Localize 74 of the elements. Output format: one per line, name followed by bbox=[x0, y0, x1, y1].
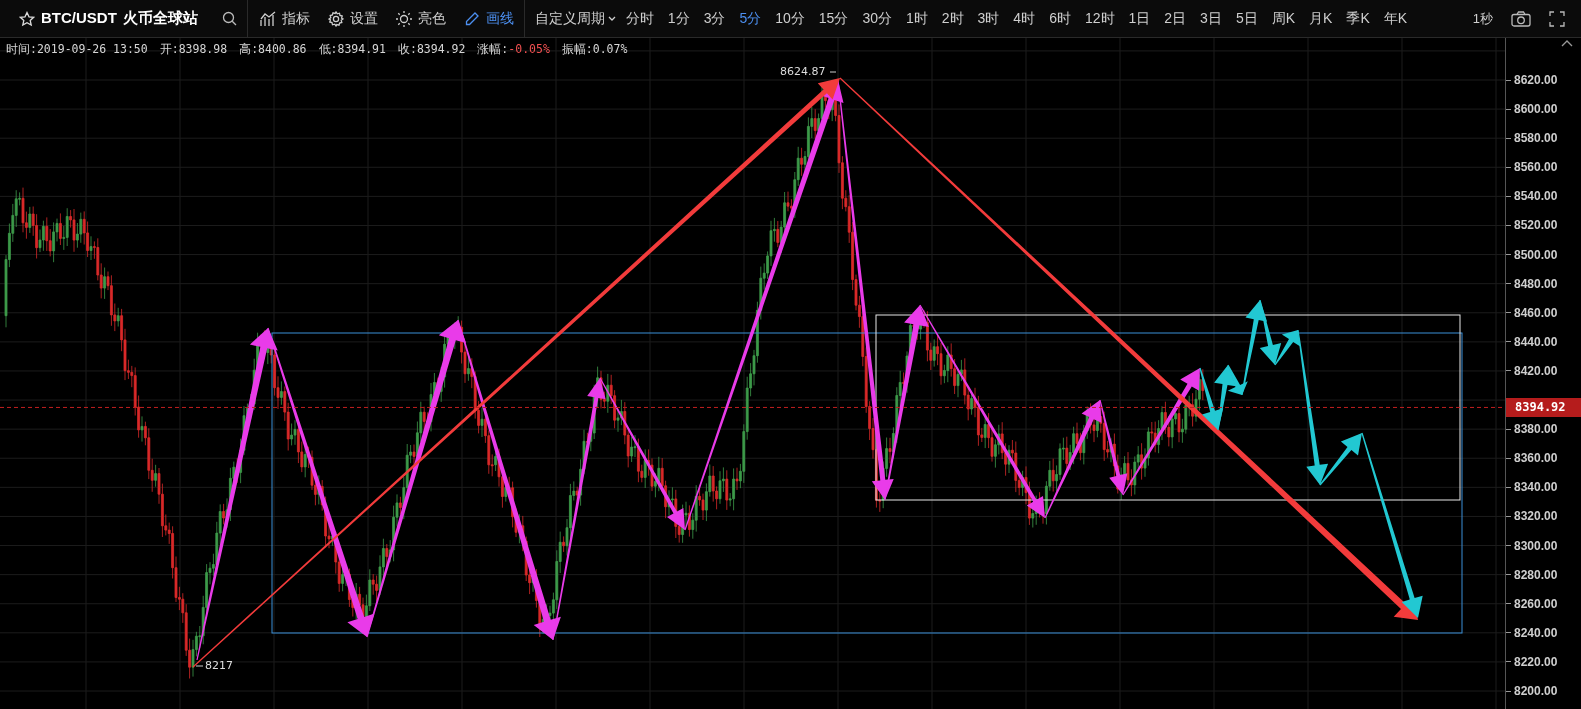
price-axis-label: 8300.00 bbox=[1514, 537, 1558, 554]
price-axis-label: 8620.00 bbox=[1514, 72, 1558, 88]
ohlc-info-text: 时间:2019-09-26 13:50 bbox=[6, 41, 148, 58]
period-tab[interactable]: 3日 bbox=[1200, 8, 1222, 29]
price-axis-label: 8320.00 bbox=[1514, 508, 1558, 525]
period-tab[interactable]: 4时 bbox=[1013, 8, 1036, 29]
fullscreen-button[interactable] bbox=[1549, 10, 1565, 27]
price-annotation: 8217 bbox=[205, 658, 233, 674]
toolbar-button[interactable]: 指标 bbox=[259, 8, 310, 29]
price-axis-label: 8360.00 bbox=[1514, 450, 1558, 467]
price-annotation: 8624.87 bbox=[780, 64, 826, 80]
ohlc-info-text: 收:8394.92 bbox=[397, 41, 466, 58]
chevron-up-icon bbox=[1561, 40, 1573, 47]
period-tab[interactable]: 季K bbox=[1346, 8, 1370, 29]
fullscreen-icon bbox=[1549, 10, 1565, 27]
symbol-title: BTC/USDT bbox=[41, 8, 117, 29]
period-tab[interactable]: 3分 bbox=[703, 8, 726, 29]
settings-icon bbox=[327, 10, 344, 27]
period-tab[interactable]: 5分 bbox=[739, 8, 762, 29]
period-tab[interactable]: 年K bbox=[1383, 8, 1408, 29]
refresh-interval[interactable]: 1秒 bbox=[1472, 8, 1493, 29]
chart-icon bbox=[259, 10, 276, 27]
period-tab[interactable]: 3时 bbox=[977, 8, 1000, 29]
price-axis-label: 8340.00 bbox=[1514, 479, 1558, 496]
period-tab[interactable]: 月K bbox=[1309, 8, 1333, 29]
price-axis-label: 8460.00 bbox=[1514, 304, 1558, 321]
price-axis-label: 8200.00 bbox=[1514, 683, 1558, 699]
period-tab[interactable]: 1分 bbox=[667, 8, 690, 29]
ohlc-info-text: 高:8400.86 bbox=[239, 41, 307, 58]
price-axis-label: 8260.00 bbox=[1514, 595, 1558, 612]
price-axis-label: 8280.00 bbox=[1514, 566, 1558, 583]
price-axis-label: 8420.00 bbox=[1514, 362, 1558, 379]
price-axis-label: 8540.00 bbox=[1514, 188, 1558, 205]
period-tab[interactable]: 30分 bbox=[862, 8, 892, 29]
price-axis-label: 8380.00 bbox=[1514, 421, 1558, 438]
leader-line bbox=[195, 665, 204, 667]
ohlc-info-text: 开:8398.98 bbox=[159, 41, 228, 58]
sun-icon bbox=[395, 10, 412, 27]
period-tab[interactable]: 10分 bbox=[775, 8, 805, 29]
price-axis-label: 8580.00 bbox=[1514, 130, 1558, 147]
price-axis-label: 8600.00 bbox=[1514, 101, 1558, 118]
period-tab[interactable]: 6时 bbox=[1049, 8, 1071, 29]
price-axis-label: 8500.00 bbox=[1514, 246, 1558, 263]
toolbar-button[interactable]: 设置 bbox=[327, 8, 378, 29]
exchange-name: 火币全球站 bbox=[122, 8, 198, 29]
camera-icon bbox=[1511, 10, 1531, 27]
search-icon bbox=[221, 11, 237, 26]
period-tab[interactable]: 2时 bbox=[941, 8, 964, 29]
ohlc-info-text: 涨幅:-0.05% bbox=[477, 41, 550, 58]
caret-icon bbox=[607, 15, 616, 22]
toolbar-button[interactable]: 亮色 bbox=[395, 8, 446, 29]
price-axis-label: 8480.00 bbox=[1514, 275, 1558, 292]
period-tab[interactable]: 5日 bbox=[1235, 8, 1258, 29]
toolbar-button[interactable]: 画线 bbox=[463, 8, 514, 29]
period-tab[interactable]: 12时 bbox=[1084, 8, 1115, 29]
screenshot-button[interactable] bbox=[1511, 10, 1531, 27]
price-axis-label: 8240.00 bbox=[1514, 624, 1558, 641]
period-tab[interactable]: 15分 bbox=[818, 8, 849, 29]
period-tab[interactable]: 分时 bbox=[625, 8, 654, 29]
price-axis-label: 8560.00 bbox=[1514, 159, 1558, 176]
period-dropdown[interactable]: 自定义周期 bbox=[524, 8, 626, 29]
price-axis-label: 8520.00 bbox=[1514, 217, 1558, 234]
period-tab[interactable]: 1时 bbox=[905, 8, 928, 29]
period-tab[interactable]: 1日 bbox=[1128, 8, 1151, 29]
leader-line bbox=[829, 71, 837, 73]
last-price-tag: 8394.92 bbox=[1506, 397, 1581, 417]
pencil-icon bbox=[463, 10, 480, 27]
period-tab[interactable]: 周K bbox=[1271, 8, 1296, 29]
ohlc-info-text: 振幅:0.07% bbox=[561, 41, 628, 58]
price-axis-label: 8220.00 bbox=[1514, 653, 1558, 670]
star-icon bbox=[19, 10, 35, 27]
ohlc-info-text: 低:8394.91 bbox=[318, 41, 386, 58]
period-tab[interactable]: 2日 bbox=[1164, 8, 1187, 29]
price-axis-label: 8440.00 bbox=[1514, 333, 1558, 350]
